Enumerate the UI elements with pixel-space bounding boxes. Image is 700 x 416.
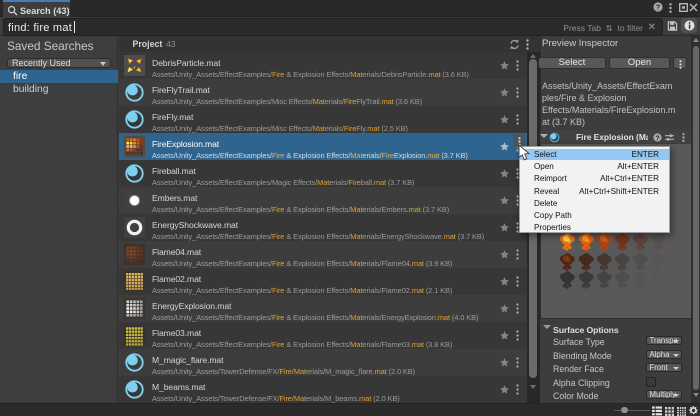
svg-text:?: ? — [655, 134, 659, 141]
svg-text:?: ? — [656, 3, 661, 12]
